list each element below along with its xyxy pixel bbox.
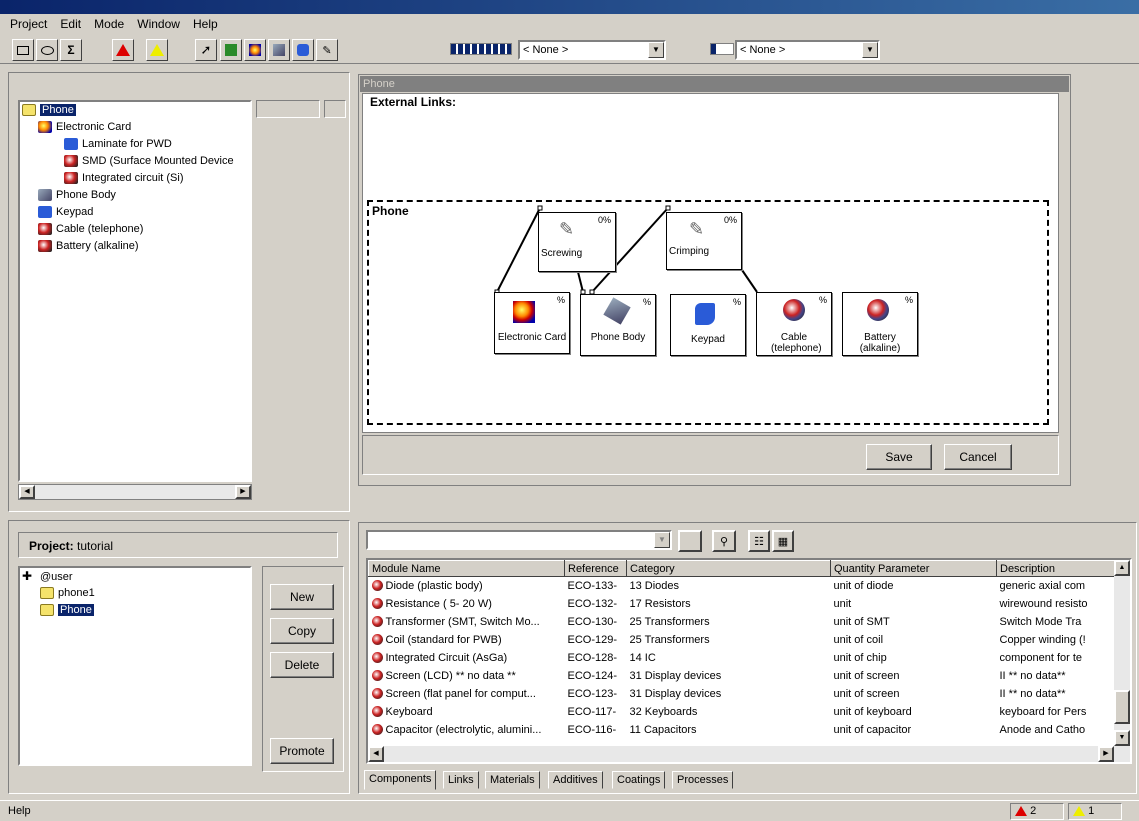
table-row[interactable]: Diode (plastic body) ECO-133- 13 Diodes uni… xyxy=(369,577,1115,595)
tree-item-phone1[interactable]: phone1 xyxy=(40,585,95,601)
user-icon: ✚ xyxy=(22,569,33,583)
detail-view-button[interactable]: ▦ xyxy=(772,530,794,552)
chevron-down-icon[interactable]: ▼ xyxy=(654,532,670,548)
link-line xyxy=(741,269,758,293)
warning-count-badge[interactable]: 1 xyxy=(1068,803,1122,820)
tab-components[interactable]: Components xyxy=(364,770,437,790)
component-ball-icon xyxy=(371,706,383,718)
scroll-thumb[interactable] xyxy=(1114,690,1130,724)
error-icon xyxy=(1015,806,1027,817)
status-text: Help xyxy=(8,805,31,817)
column-header-category[interactable]: Category xyxy=(626,560,831,577)
component-ball-icon xyxy=(371,670,383,682)
component-ball-icon xyxy=(371,652,383,664)
table-row[interactable]: Capacitor (electrolytic, alumini... ECO-1… xyxy=(369,721,1115,739)
scroll-down-icon[interactable]: ▼ xyxy=(1114,730,1130,746)
folder-icon xyxy=(40,587,54,600)
process-node-crimping[interactable]: ✎ 0% Crimping xyxy=(666,212,742,270)
copy-button[interactable]: Copy xyxy=(270,618,334,644)
table-row[interactable]: Integrated Circuit (AsGa) ECO-128- 14 IC un… xyxy=(369,649,1115,667)
link-handle xyxy=(665,205,671,211)
column-header-quantity-parameter[interactable]: Quantity Parameter xyxy=(830,560,997,577)
list-view-icon: ☷ xyxy=(754,535,764,548)
component-ball-icon xyxy=(371,688,383,700)
promote-button[interactable]: Promote xyxy=(270,738,334,764)
link-handle xyxy=(537,205,543,211)
status-bar: Help 2 1 xyxy=(0,800,1139,821)
card-icon xyxy=(513,301,535,323)
components-table[interactable]: Module Name Reference Category Quantity … xyxy=(366,558,1132,764)
column-header-description[interactable]: Description xyxy=(996,560,1115,577)
tab-additives[interactable]: Additives xyxy=(548,771,603,789)
folder-icon xyxy=(40,604,54,617)
save-button[interactable]: Save xyxy=(866,444,932,470)
project-tree[interactable]: ✚ @user phone1 Phone xyxy=(18,566,252,766)
body-icon xyxy=(603,297,631,325)
component-ball-icon xyxy=(371,616,383,628)
cancel-button[interactable]: Cancel xyxy=(944,444,1012,470)
detail-view-icon: ▦ xyxy=(777,535,789,548)
library-blank-button[interactable] xyxy=(678,530,702,552)
table-header-row: Module Name Reference Category Quantity … xyxy=(368,560,1115,577)
module-node-cable[interactable]: % Cable (telephone) xyxy=(756,292,832,356)
project-header: Project: tutorial xyxy=(18,532,338,558)
tree-item-user[interactable]: ✚ @user xyxy=(22,568,73,584)
table-vertical-scrollbar[interactable]: ▲ ▼ xyxy=(1114,560,1130,746)
scroll-right-icon[interactable]: ▶ xyxy=(1098,746,1114,762)
tab-links[interactable]: Links xyxy=(443,771,479,789)
search-icon: ⚲ xyxy=(719,535,729,548)
module-node-phone-body[interactable]: % Phone Body xyxy=(580,294,656,356)
tab-coatings[interactable]: Coatings xyxy=(612,771,666,789)
scroll-left-icon[interactable]: ◀ xyxy=(368,746,384,762)
module-node-electronic-card[interactable]: % Electronic Card xyxy=(494,292,570,354)
table-row[interactable]: Keyboard ECO-117- 32 Keyboards unit of keyb… xyxy=(369,703,1115,721)
screwdriver-icon: ✎ xyxy=(559,219,575,239)
table-horizontal-scrollbar[interactable]: ◀ ▶ xyxy=(368,746,1130,762)
tree-item-project-phone[interactable]: Phone xyxy=(40,602,94,618)
tab-processes[interactable]: Processes xyxy=(672,771,734,789)
new-button[interactable]: New xyxy=(270,584,334,610)
component-ball-icon xyxy=(783,299,805,321)
material-icon xyxy=(695,303,715,325)
column-header-reference[interactable]: Reference xyxy=(564,560,627,577)
error-count-badge[interactable]: 2 xyxy=(1010,803,1064,820)
crimping-tool-icon: ✎ xyxy=(689,219,705,239)
component-ball-icon xyxy=(371,580,383,592)
link-line xyxy=(496,207,541,293)
table-row[interactable]: Resistance ( 5- 20 W) ECO-132- 17 Resistor… xyxy=(369,595,1115,613)
component-ball-icon xyxy=(371,598,383,610)
table-row[interactable]: Screen (LCD) ** no data ** ECO-124- 31 Dis… xyxy=(369,667,1115,685)
process-node-screwing[interactable]: ✎ 0% Screwing xyxy=(538,212,616,272)
warning-icon xyxy=(1073,806,1085,817)
table-row[interactable]: Coil (standard for PWB) ECO-129- 25 Transf… xyxy=(369,631,1115,649)
column-header-module-name[interactable]: Module Name xyxy=(368,560,565,577)
module-node-battery[interactable]: % Battery (alkaline) xyxy=(842,292,918,356)
library-filter-combo[interactable]: ▼ xyxy=(366,530,672,550)
module-node-keypad[interactable]: % Keypad xyxy=(670,294,746,356)
component-ball-icon xyxy=(371,634,383,646)
list-view-button[interactable]: ☷ xyxy=(748,530,770,552)
search-button[interactable]: ⚲ xyxy=(712,530,736,552)
project-name: tutorial xyxy=(77,539,114,553)
table-row[interactable]: Transformer (SMT, Switch Mo... ECO-130- 25… xyxy=(369,613,1115,631)
table-row[interactable]: Screen (flat panel for comput... ECO-123-… xyxy=(369,685,1115,703)
project-label: Project: xyxy=(29,539,74,553)
link-line xyxy=(577,271,584,293)
delete-button[interactable]: Delete xyxy=(270,652,334,678)
component-ball-icon xyxy=(867,299,889,321)
component-ball-icon xyxy=(371,724,383,736)
tab-materials[interactable]: Materials xyxy=(485,771,540,789)
scroll-up-icon[interactable]: ▲ xyxy=(1114,560,1130,576)
